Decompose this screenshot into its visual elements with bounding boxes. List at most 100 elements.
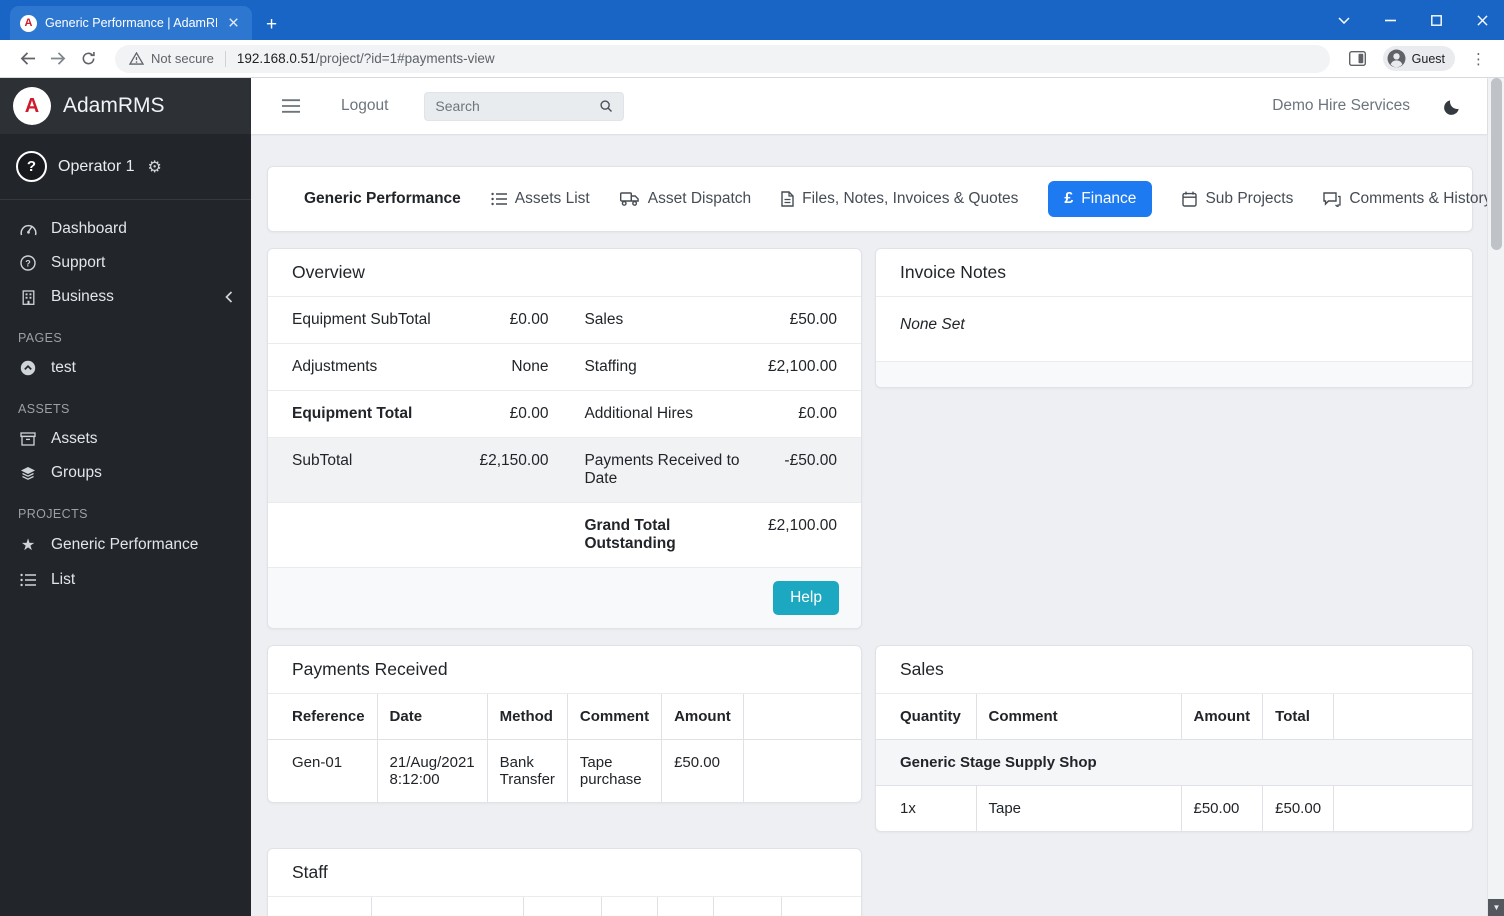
chevron-left-icon[interactable]	[225, 291, 233, 303]
overview-value: None	[467, 344, 560, 391]
payments-cell-comment: Tape purchase	[567, 740, 661, 803]
tab-label: Files, Notes, Invoices & Quotes	[802, 190, 1018, 208]
project-tab-overview[interactable]: Generic Performance	[304, 190, 461, 208]
tab-close-icon[interactable]	[225, 14, 242, 32]
tab-label: Assets List	[515, 190, 590, 208]
adamrms-logo-icon: A	[13, 87, 51, 125]
browser-menu-icon[interactable]: ⋮	[1471, 50, 1486, 68]
pound-icon: £	[1064, 190, 1073, 208]
overview-value: £50.00	[756, 297, 861, 344]
overview-row: Adjustments None Staffing £2,100.00	[268, 344, 861, 391]
overview-label: Additional Hires	[560, 391, 756, 438]
truck-icon	[620, 192, 640, 206]
sidebar-item-label: Business	[51, 288, 114, 306]
overview-value: £2,150.00	[467, 438, 560, 503]
staff-header-cell	[268, 897, 371, 916]
brand[interactable]: A AdamRMS	[0, 78, 251, 134]
page-content: Generic Performance Assets List Asset Di…	[251, 134, 1487, 916]
forward-icon[interactable]	[50, 51, 67, 66]
scrollbar-down-arrow[interactable]: ▼	[1488, 899, 1504, 916]
back-icon[interactable]	[19, 51, 36, 66]
column-header: Total	[1263, 694, 1334, 740]
overview-value: £2,100.00	[756, 344, 861, 391]
sidebar-item-assets[interactable]: Assets	[0, 422, 251, 456]
list-icon	[18, 573, 38, 587]
overview-row: Grand Total Outstanding £2,100.00	[268, 503, 861, 568]
omnibox-divider	[225, 51, 226, 67]
help-button[interactable]: Help	[773, 581, 839, 615]
column-header: Reference	[268, 694, 377, 740]
split-screen-icon[interactable]	[1349, 51, 1366, 66]
column-header: Date	[377, 694, 487, 740]
building-icon	[18, 290, 38, 305]
tab-label: Asset Dispatch	[648, 190, 751, 208]
overview-label	[268, 503, 467, 568]
brand-name: AdamRMS	[63, 94, 165, 118]
dark-mode-moon-icon[interactable]	[1444, 98, 1461, 115]
star-icon: ★	[18, 535, 38, 555]
overview-row: Equipment Total £0.00 Additional Hires £…	[268, 391, 861, 438]
gear-icon[interactable]: ⚙	[147, 157, 161, 177]
svg-text:?: ?	[25, 258, 31, 268]
sidebar-item-list[interactable]: List	[0, 563, 251, 597]
project-tab-comments-history[interactable]: Comments & History	[1323, 190, 1487, 208]
column-header	[744, 694, 861, 740]
search-icon[interactable]	[599, 99, 613, 113]
sidebar-item-dashboard[interactable]: Dashboard	[0, 212, 251, 246]
sidebar-item-support[interactable]: ? Support	[0, 246, 251, 280]
operator-block[interactable]: ? Operator 1 ⚙	[0, 134, 251, 200]
payments-row: Gen-01 21/Aug/2021 8:12:00 Bank Transfer…	[268, 740, 861, 803]
browser-titlebar: A Generic Performance | AdamRMS +	[0, 0, 1504, 40]
operator-name: Operator 1	[58, 158, 134, 176]
sidebar-item-test[interactable]: test	[0, 351, 251, 385]
sidebar-item-groups[interactable]: Groups	[0, 456, 251, 490]
project-tab-finance[interactable]: £ Finance	[1048, 181, 1152, 217]
window-close-button[interactable]	[1474, 12, 1490, 28]
sales-cell-comment: Tape	[976, 786, 1181, 832]
project-tab-asset-dispatch[interactable]: Asset Dispatch	[620, 190, 751, 208]
hamburger-icon[interactable]	[282, 99, 300, 113]
sales-group-row: Generic Stage Supply Shop	[876, 740, 1472, 786]
logout-link[interactable]: Logout	[341, 97, 388, 115]
browser-toolbar: Not secure 192.168.0.51/project/?id=1#pa…	[0, 40, 1504, 78]
overview-card: Overview Equipment SubTotal £0.00 Sales …	[267, 248, 862, 629]
overview-value: £0.00	[467, 391, 560, 438]
warning-triangle-icon	[129, 52, 144, 65]
overview-label: Equipment SubTotal	[268, 297, 467, 344]
new-tab-button[interactable]: +	[266, 15, 277, 34]
sales-group-header: Generic Stage Supply Shop	[876, 740, 1472, 786]
column-header: Amount	[662, 694, 744, 740]
sales-table: Quantity Comment Amount Total Generic St…	[876, 694, 1472, 831]
tab-search-chevron-icon[interactable]	[1336, 12, 1352, 28]
sidebar: A AdamRMS ? Operator 1 ⚙ Dashboard ? Sup…	[0, 78, 251, 916]
search-box[interactable]	[424, 92, 624, 121]
not-secure-label: Not secure	[151, 51, 214, 66]
search-input[interactable]	[435, 98, 599, 114]
reload-icon[interactable]	[81, 51, 96, 66]
project-tab-assets-list[interactable]: Assets List	[491, 190, 590, 208]
tab-label: Sub Projects	[1205, 190, 1293, 208]
company-name: Demo Hire Services	[1272, 97, 1410, 115]
project-tab-sub-projects[interactable]: Sub Projects	[1182, 190, 1293, 208]
column-header: Comment	[976, 694, 1181, 740]
browser-tab[interactable]: A Generic Performance | AdamRMS	[10, 6, 252, 40]
sales-title: Sales	[876, 646, 1472, 694]
browser-profile-button[interactable]: Guest	[1383, 46, 1455, 71]
sidebar-item-generic-performance[interactable]: ★ Generic Performance	[0, 527, 251, 563]
staff-header-cell	[781, 897, 861, 916]
address-bar[interactable]: Not secure 192.168.0.51/project/?id=1#pa…	[115, 45, 1330, 73]
browser-tab-title: Generic Performance | AdamRMS	[45, 16, 217, 30]
comments-icon	[1323, 192, 1341, 207]
sales-cell-amount: £50.00	[1181, 786, 1263, 832]
layers-icon	[18, 466, 38, 481]
overview-footer: Help	[268, 567, 861, 628]
window-maximize-button[interactable]	[1428, 12, 1444, 28]
scrollbar-thumb[interactable]	[1491, 78, 1502, 250]
overview-label: Payments Received to Date	[560, 438, 756, 503]
sidebar-item-business[interactable]: Business	[0, 280, 251, 314]
sales-header-row: Quantity Comment Amount Total	[876, 694, 1472, 740]
payments-cell-amount: £50.00	[662, 740, 744, 803]
project-tab-files-notes[interactable]: Files, Notes, Invoices & Quotes	[781, 190, 1018, 208]
page-scrollbar[interactable]: ▼	[1487, 78, 1504, 916]
window-minimize-button[interactable]	[1382, 12, 1398, 28]
